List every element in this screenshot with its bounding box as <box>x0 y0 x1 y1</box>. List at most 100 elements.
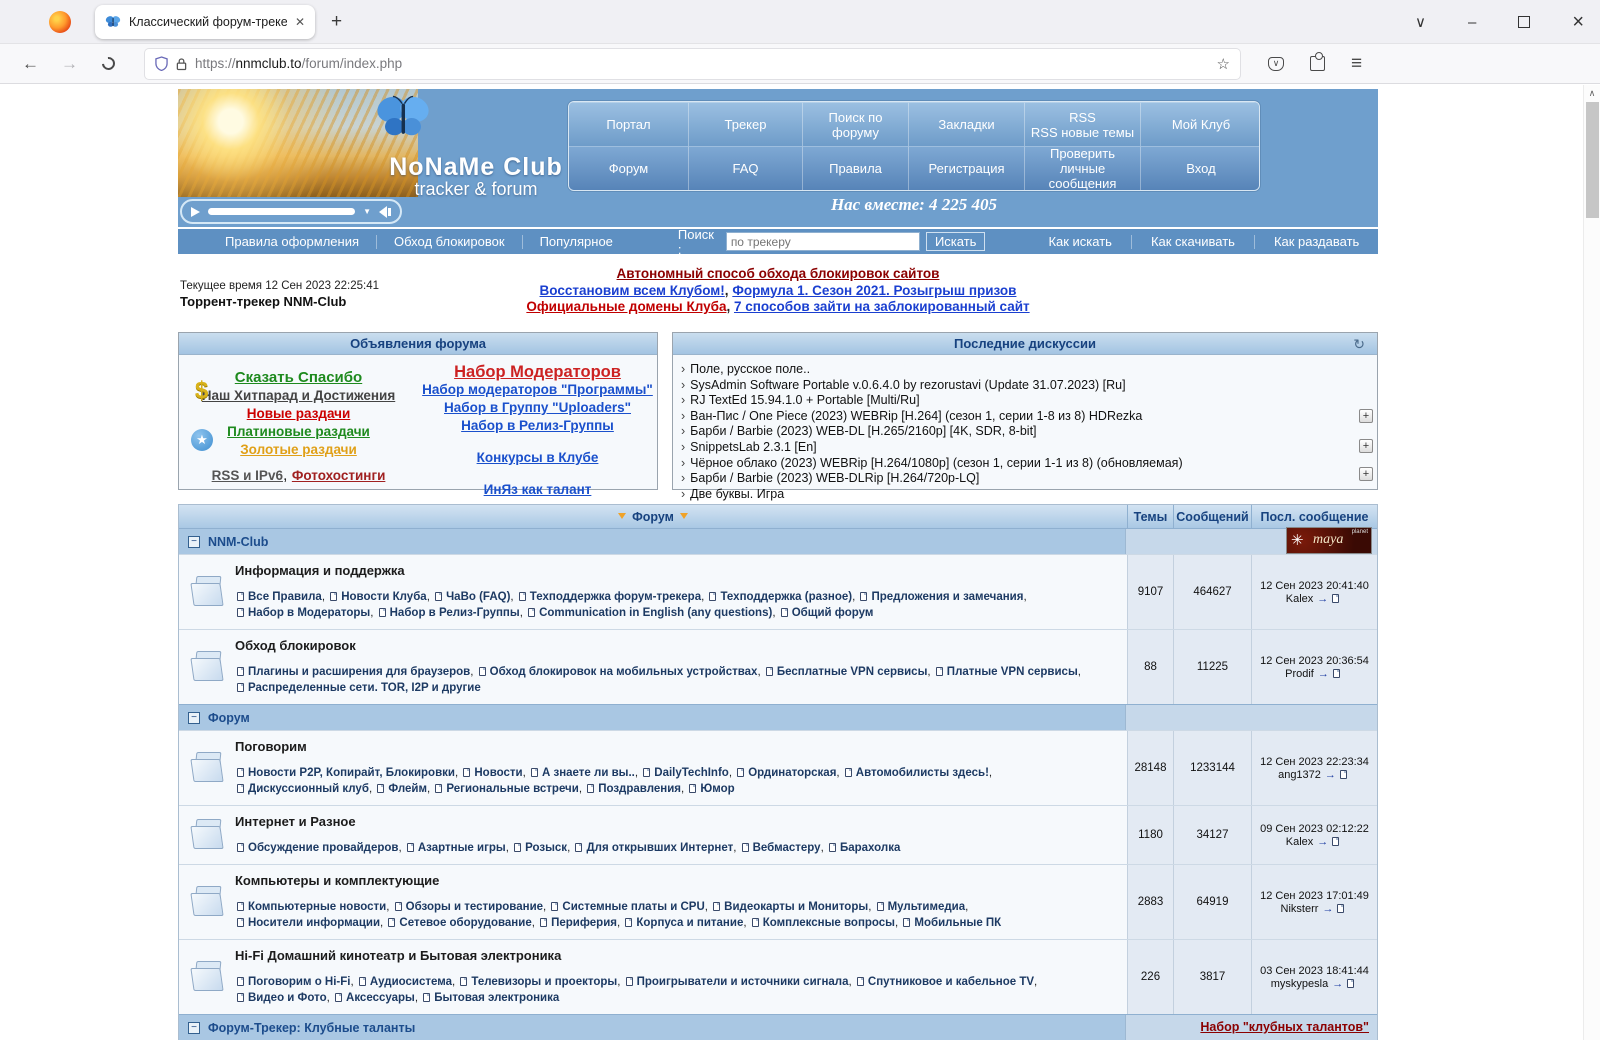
subforum-link[interactable]: Комплексные вопросы <box>763 917 895 929</box>
list-tabs-icon[interactable]: ∨ <box>1415 13 1426 31</box>
discussion-item[interactable]: › Чёрное облако (2023) WEBRip [H.264/1080… <box>681 456 1367 472</box>
subforum-link[interactable]: Обход блокировок на мобильных устройства… <box>490 666 758 678</box>
scrollbar[interactable]: ∧ <box>1583 85 1600 1040</box>
subforum-link[interactable]: Носители информации <box>248 917 380 929</box>
announcement-link[interactable]: Формула 1. Сезон 2021. Розыгрыш призов <box>732 283 1016 298</box>
subforum-link[interactable]: Розыск <box>525 842 567 854</box>
playlist-chevron-icon[interactable]: ▼ <box>363 207 371 216</box>
extensions-icon[interactable] <box>1310 52 1325 71</box>
discussion-item[interactable]: › SnippetsLab 2.3.1 [En] <box>681 440 1367 456</box>
expand-plus-icon[interactable]: + <box>1359 439 1373 453</box>
goto-last-post-icon[interactable]: → <box>1322 903 1333 915</box>
menu-item[interactable]: Регистрация <box>909 146 1025 190</box>
reload-icon[interactable] <box>99 54 118 73</box>
subforum-link[interactable]: Юмор <box>700 783 734 795</box>
subforum-link[interactable]: Общий форум <box>792 607 874 619</box>
subforum-link[interactable]: Телевизоры и проекторы <box>471 976 617 988</box>
announcement-link[interactable]: Автономный способ обхода блокировок сайт… <box>617 266 940 281</box>
discussion-item[interactable]: › Поле, русское поле.. <box>681 362 1367 378</box>
forum-title-link[interactable]: Обход блокировок <box>235 638 356 653</box>
section-label[interactable]: Форум <box>208 711 250 725</box>
subforum-link[interactable]: Видеокарты и Мониторы <box>724 901 868 913</box>
maximize-icon[interactable] <box>1518 16 1531 28</box>
goto-last-post-icon[interactable]: → <box>1332 978 1343 990</box>
collapse-toggle-icon[interactable]: − <box>188 1021 200 1034</box>
subforum-link[interactable]: Дискуссионный клуб <box>248 783 369 795</box>
menu-item[interactable]: Закладки <box>909 102 1025 146</box>
firefox-icon[interactable] <box>49 10 71 33</box>
subforum-link[interactable]: Автомобилисты здесь! <box>856 767 989 779</box>
announcement-box-link[interactable]: Сказать Спасибо <box>179 369 418 387</box>
bookmark-star-icon[interactable]: ☆ <box>1217 55 1230 73</box>
app-menu-icon[interactable]: ≡ <box>1351 53 1362 75</box>
subforum-link[interactable]: Для открывших Интернет <box>586 842 733 854</box>
menu-item[interactable]: Правила <box>803 146 909 190</box>
sort-icon[interactable] <box>679 513 688 523</box>
menu-item[interactable]: RSS RSS новые темы <box>1025 102 1141 146</box>
subforum-link[interactable]: Проигрыватели и источники сигнала <box>637 976 849 988</box>
new-tab-button[interactable]: + <box>331 11 342 33</box>
announcement-box-link[interactable]: Набор в Релиз-Группы <box>418 417 657 435</box>
announcement-box-link[interactable]: Платиновые раздачи <box>179 423 418 441</box>
subforum-link[interactable]: Новости <box>474 767 522 779</box>
subforum-link[interactable]: Новости P2P, Копирайт, Блокировки <box>248 767 455 779</box>
back-icon[interactable]: ← <box>22 54 39 74</box>
search-input[interactable] <box>725 232 920 251</box>
last-post-username[interactable]: ang1372 <box>1278 769 1321 781</box>
last-post-username[interactable]: Kalex <box>1286 593 1314 605</box>
last-post-username[interactable]: myskypesla <box>1271 978 1328 990</box>
subforum-link[interactable]: Аудиосистема <box>370 976 452 988</box>
forward-icon[interactable]: → <box>61 54 78 74</box>
pocket-icon[interactable]: ∨ <box>1268 56 1284 71</box>
nav-link[interactable]: Как искать <box>1029 234 1131 249</box>
maya-banner[interactable]: ✳ maya planet <box>1286 527 1372 554</box>
nav-link[interactable]: Правила оформления <box>208 234 376 249</box>
tab-close-icon[interactable]: ✕ <box>295 15 305 29</box>
search-button[interactable]: Искать <box>925 232 986 251</box>
sort-icon[interactable] <box>618 513 627 523</box>
announcement-box-link[interactable]: Набор Модераторов <box>418 363 657 381</box>
subforum-link[interactable]: Аксессуары <box>346 992 415 1004</box>
subforum-link[interactable]: Обзоры и тестирование <box>406 901 543 913</box>
discussion-item[interactable]: › SysAdmin Software Portable v.0.6.4.0 by… <box>681 378 1367 394</box>
play-icon[interactable] <box>191 206 200 217</box>
forum-title-link[interactable]: Информация и поддержка <box>235 563 405 578</box>
subforum-link[interactable]: Предложения и замечания <box>871 591 1023 603</box>
subforum-link[interactable]: А знаете ли вы.. <box>542 767 635 779</box>
announcement-box-link[interactable]: Фотохостинги <box>292 468 386 483</box>
subforum-link[interactable]: Новости Клуба <box>341 591 426 603</box>
announcement-box-link[interactable]: Наш Хитпарад и Достижения <box>179 387 418 405</box>
goto-last-post-icon[interactable]: → <box>1318 668 1329 680</box>
nav-link[interactable]: Как раздавать <box>1255 234 1378 249</box>
menu-item[interactable]: Портал <box>569 102 689 146</box>
subforum-link[interactable]: Распределенные сети. TOR, I2P и другие <box>248 682 481 694</box>
subforum-link[interactable]: Communication in English (any questions) <box>539 607 772 619</box>
discussion-item[interactable]: › Барби / Barbie (2023) WEB-DLRip [H.264/… <box>681 471 1367 487</box>
subforum-link[interactable]: Обсуждение провайдеров <box>248 842 398 854</box>
discussion-item[interactable]: › Барби / Barbie (2023) WEB-DL [H.265/216… <box>681 424 1367 440</box>
section-link[interactable]: Набор "клубных талантов" <box>1200 1020 1369 1034</box>
subforum-link[interactable]: Ординаторская <box>748 767 836 779</box>
goto-last-post-icon[interactable]: → <box>1317 836 1328 848</box>
goto-last-post-icon[interactable]: → <box>1325 769 1336 781</box>
subforum-link[interactable]: Набор в Модераторы <box>248 607 370 619</box>
nav-link[interactable]: Спасибо! <box>1379 234 1473 249</box>
subforum-link[interactable]: Бесплатные VPN сервисы <box>777 666 928 678</box>
subforum-link[interactable]: Видео и Фото <box>248 992 327 1004</box>
subforum-link[interactable]: Все Правила <box>248 591 322 603</box>
subforum-link[interactable]: Поговорим о Hi-Fi <box>248 976 350 988</box>
browser-tab[interactable]: Классический форум-трекер ✕ <box>95 4 315 39</box>
url-bar[interactable]: https://nnmclub.to/forum/index.php ☆ <box>145 48 1240 79</box>
subforum-link[interactable]: Барахолка <box>840 842 900 854</box>
menu-item[interactable]: Поиск по форуму <box>803 102 909 146</box>
nav-link[interactable]: Как скачивать <box>1132 234 1254 249</box>
volume-icon[interactable] <box>379 205 391 218</box>
subforum-link[interactable]: Азартные игры <box>418 842 506 854</box>
close-icon[interactable]: × <box>1572 11 1584 34</box>
forum-column-header[interactable]: Форум <box>632 510 674 524</box>
subforum-link[interactable]: Системные платы и CPU <box>562 901 704 913</box>
forum-title-link[interactable]: Интернет и Разное <box>235 814 356 829</box>
subforum-link[interactable]: Техподдержка (разное) <box>720 591 852 603</box>
subforum-link[interactable]: Флейм <box>388 783 427 795</box>
subforum-link[interactable]: Платные VPN сервисы <box>947 666 1078 678</box>
